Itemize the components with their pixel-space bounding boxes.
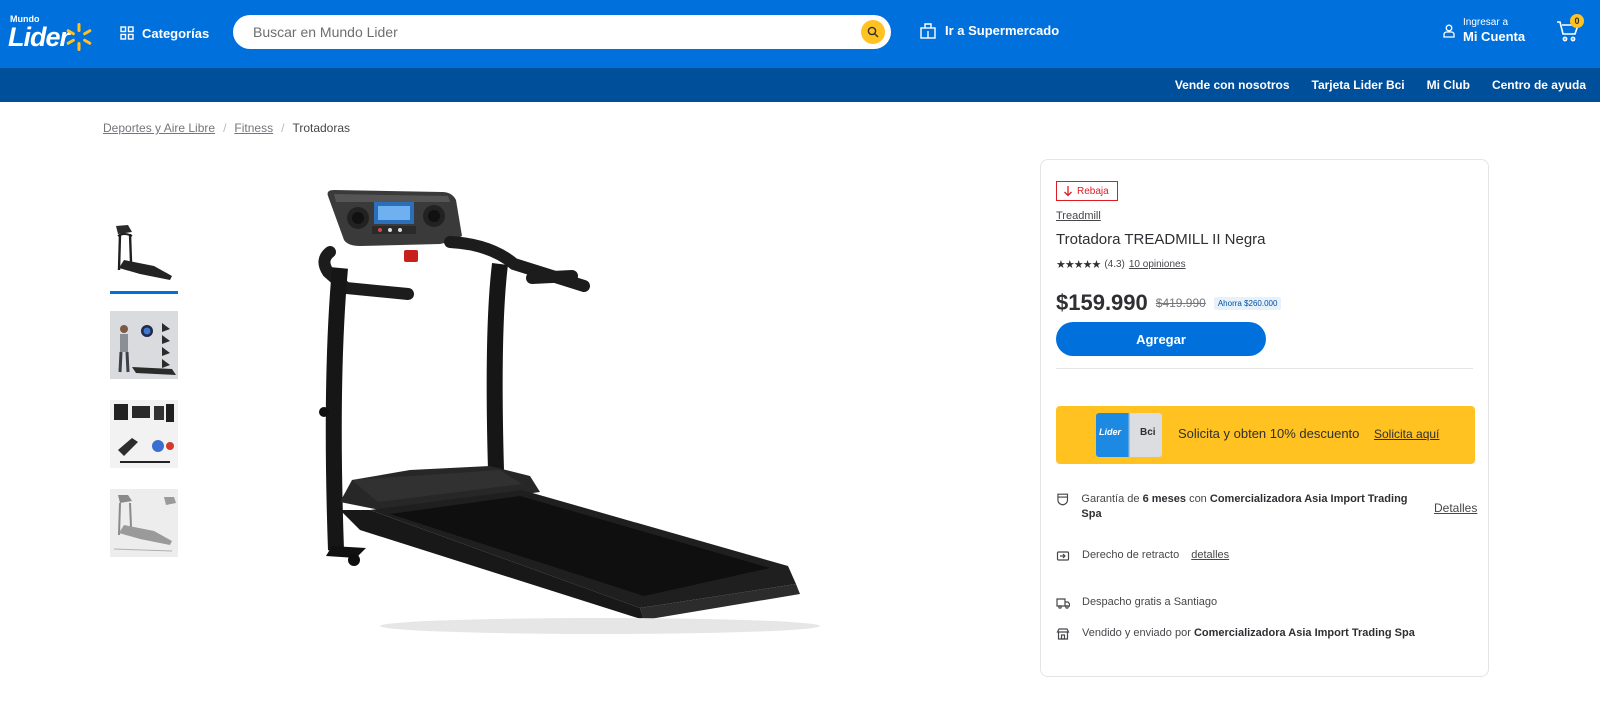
warranty-mid: con bbox=[1189, 493, 1207, 505]
breadcrumb-current: Trotadoras bbox=[292, 121, 351, 135]
dimensions-thumbnail-icon bbox=[113, 495, 176, 552]
nav-vende-con-nosotros[interactable]: Vende con nosotros bbox=[1175, 78, 1290, 92]
store-icon bbox=[920, 23, 936, 39]
categories-label: Categorías bbox=[142, 25, 210, 41]
warranty-row: Garantía de 6 meses con Comercializadora… bbox=[1056, 492, 1416, 522]
nav-centro-de-ayuda[interactable]: Centro de ayuda bbox=[1492, 78, 1586, 92]
product-rating: ★★★★★ (4.3) 10 opiniones bbox=[1056, 258, 1186, 271]
shipping-text: Despacho gratis a Santiago bbox=[1082, 596, 1218, 608]
grid-icon bbox=[120, 26, 134, 40]
store-seller-icon bbox=[1056, 628, 1070, 640]
breadcrumb-deportes[interactable]: Deportes y Aire Libre bbox=[103, 121, 215, 135]
thumbnail-1[interactable] bbox=[110, 222, 178, 294]
account-small-label: Ingresar a bbox=[1463, 17, 1509, 28]
nav-mi-club[interactable]: Mi Club bbox=[1427, 78, 1470, 92]
bci-card-promo: Lider Bci Solicita y obten 10% descuento… bbox=[1056, 406, 1475, 464]
thumbnail-4[interactable] bbox=[110, 489, 178, 557]
brand-link[interactable]: Treadmill bbox=[1056, 210, 1101, 222]
search-bar bbox=[233, 15, 891, 49]
account-big-label: Mi Cuenta bbox=[1463, 29, 1526, 44]
user-icon bbox=[1443, 24, 1455, 38]
person-treadmill-thumbnail-icon bbox=[110, 311, 178, 379]
sale-badge: Rebaja bbox=[1056, 181, 1118, 201]
categories-button[interactable]: Categorías bbox=[120, 22, 209, 44]
breadcrumb-separator: / bbox=[281, 121, 285, 135]
reviews-link[interactable]: 10 opiniones bbox=[1129, 259, 1186, 270]
search-button[interactable] bbox=[861, 20, 885, 44]
supermarket-label: Ir a Supermercado bbox=[945, 22, 1060, 38]
nav-tarjeta-lider-bci[interactable]: Tarjeta Lider Bci bbox=[1312, 78, 1405, 92]
logo-lider-text: Lider bbox=[8, 22, 70, 52]
sale-badge-label: Rebaja bbox=[1077, 185, 1109, 197]
treadmill-image bbox=[318, 190, 820, 634]
account-text: Ingresar a Mi Cuenta bbox=[1463, 16, 1525, 45]
search-icon bbox=[867, 26, 879, 38]
spark-icon bbox=[66, 23, 92, 51]
warranty-text: Garantía de 6 meses con Comercializadora… bbox=[1081, 492, 1416, 522]
rating-stars-icon: ★★★★★ bbox=[1056, 259, 1101, 271]
thumbnail-3[interactable] bbox=[110, 400, 178, 468]
supermarket-link[interactable]: Ir a Supermercado bbox=[919, 21, 1059, 39]
seller-row: Vendido y enviado por Comercializadora A… bbox=[1056, 627, 1415, 641]
card-bci-text: Bci bbox=[1140, 427, 1156, 438]
rating-value: (4.3) bbox=[1104, 259, 1125, 270]
account-link[interactable]: Ingresar a Mi Cuenta bbox=[1443, 16, 1525, 45]
savings-badge: Ahorra $260.000 bbox=[1213, 296, 1282, 310]
secondary-nav-bar: Vende con nosotros Tarjeta Lider Bci Mi … bbox=[0, 68, 1600, 102]
return-text: Derecho de retracto bbox=[1082, 549, 1180, 561]
add-to-cart-button[interactable]: Agregar bbox=[1056, 322, 1266, 356]
old-price: $419.990 bbox=[1155, 296, 1206, 310]
secondary-nav: Vende con nosotros Tarjeta Lider Bci Mi … bbox=[1175, 68, 1586, 102]
thumbnail-2[interactable] bbox=[110, 311, 178, 379]
treadmill-thumbnail-icon bbox=[116, 225, 172, 280]
cart-button[interactable]: 0 bbox=[1556, 14, 1584, 44]
arrow-down-icon bbox=[1064, 186, 1072, 197]
seller-name: Comercializadora Asia Import Trading Spa bbox=[1193, 627, 1415, 639]
truck-icon bbox=[1056, 598, 1070, 609]
price-row: $159.990 $419.990 Ahorra $260.000 bbox=[1056, 290, 1282, 316]
lider-logo[interactable]: Mundo Lider bbox=[8, 14, 94, 52]
breadcrumb-separator: / bbox=[223, 121, 227, 135]
shipping-row: Despacho gratis a Santiago bbox=[1056, 596, 1217, 610]
divider bbox=[1056, 368, 1473, 369]
warranty-prefix: Garantía de bbox=[1081, 493, 1140, 505]
promo-text: Solicita y obten 10% descuento bbox=[1178, 426, 1360, 441]
promo-apply-link[interactable]: Solicita aquí bbox=[1374, 427, 1439, 441]
cart-count-badge: 0 bbox=[1570, 14, 1584, 28]
bci-card-image: Lider Bci bbox=[1096, 413, 1162, 457]
return-row: Derecho de retracto detalles bbox=[1056, 549, 1229, 563]
product-panel: Rebaja Treadmill Trotadora TREADMILL II … bbox=[1040, 159, 1489, 677]
breadcrumb: Deportes y Aire Libre / Fitness / Trotad… bbox=[103, 121, 350, 135]
seller-prefix: Vendido y enviado por bbox=[1082, 627, 1191, 639]
warranty-months: 6 meses bbox=[1142, 493, 1186, 505]
breadcrumb-fitness[interactable]: Fitness bbox=[234, 121, 273, 135]
return-details-link[interactable]: detalles bbox=[1191, 549, 1229, 561]
search-input[interactable] bbox=[253, 15, 843, 49]
warranty-icon bbox=[1057, 493, 1069, 506]
card-lider-text: Lider bbox=[1099, 427, 1122, 437]
parts-collage-thumbnail-icon bbox=[114, 404, 174, 463]
product-title: Trotadora TREADMILL II Negra bbox=[1056, 231, 1266, 248]
current-price: $159.990 bbox=[1056, 290, 1148, 315]
top-header: Mundo Lider Categorías Buscar en Mundo L… bbox=[0, 0, 1600, 68]
warranty-details-link[interactable]: Detalles bbox=[1434, 501, 1477, 515]
thumbnail-list bbox=[110, 222, 180, 578]
product-main-image[interactable] bbox=[300, 180, 840, 640]
return-icon bbox=[1056, 551, 1070, 561]
